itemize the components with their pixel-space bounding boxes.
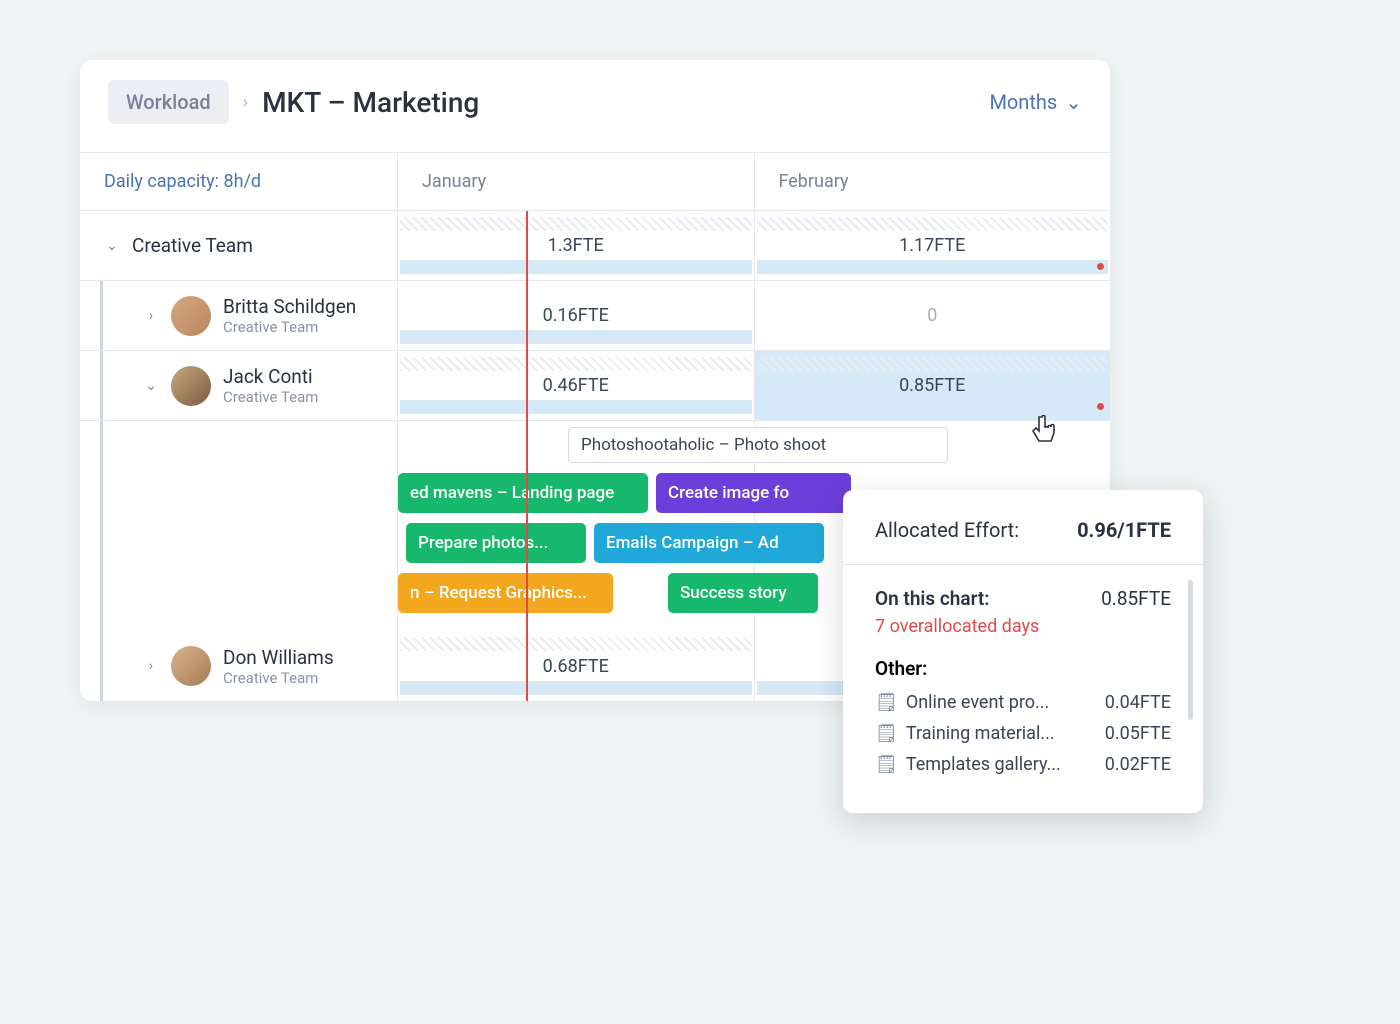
person-left[interactable]: › Britta Schildgen Creative Team <box>100 281 398 350</box>
task-prepare-photos[interactable]: Prepare photos... <box>406 523 586 563</box>
other-item[interactable]: 🗒 Online event pro... 0.04FTE <box>875 692 1171 713</box>
group-left[interactable]: ⌄ Creative Team <box>80 211 398 280</box>
task-create-image[interactable]: Create image fo <box>656 473 851 513</box>
avatar <box>171 366 211 406</box>
clipboard-icon: 🗒 <box>875 754 898 775</box>
overallocated-text: 7 overallocated days <box>875 616 1171 637</box>
task-emails-campaign[interactable]: Emails Campaign – Ad <box>594 523 824 563</box>
other-name: Online event pro... <box>906 692 1049 713</box>
cell-jan[interactable]: 0.46FTE <box>398 351 755 420</box>
avatar <box>171 646 211 686</box>
overallocation-dot-icon <box>1097 403 1104 410</box>
person-team: Creative Team <box>223 318 356 336</box>
capacity-label: Daily capacity: 8h/d <box>80 153 398 210</box>
chevron-down-icon[interactable]: ⌄ <box>104 238 120 254</box>
group-value-jan: 1.3FTE <box>548 235 604 256</box>
view-dropdown-label: Months <box>989 90 1057 114</box>
month-col-january: January <box>398 153 755 210</box>
person-name: Jack Conti <box>223 365 318 388</box>
task-success-story[interactable]: Success story <box>668 573 818 613</box>
breadcrumb: Workload › MKT – Marketing <box>108 80 479 124</box>
popover-title-value: 0.96/1FTE <box>1077 518 1171 542</box>
cell-feb: 0 <box>755 281 1111 350</box>
on-chart-label: On this chart: <box>875 587 989 610</box>
month-col-february: February <box>755 153 1111 210</box>
task-landing-page[interactable]: ed mavens – Landing page <box>398 473 648 513</box>
avatar <box>171 296 211 336</box>
clipboard-icon: 🗒 <box>875 723 898 744</box>
task-photoshoot[interactable]: Photoshootaholic – Photo shoot <box>568 427 948 463</box>
other-fte: 0.04FTE <box>1105 692 1171 713</box>
chevron-down-icon: ⌄ <box>1065 90 1082 114</box>
on-chart-value: 0.85FTE <box>1101 587 1171 610</box>
cell-value: 0.46FTE <box>543 375 609 396</box>
group-name: Creative Team <box>132 234 253 257</box>
overallocation-dot-icon <box>1097 263 1104 270</box>
person-team: Creative Team <box>223 669 334 687</box>
other-label: Other: <box>875 657 1171 680</box>
person-row-jack: ⌄ Jack Conti Creative Team 0.46FTE 0.85F… <box>80 351 1110 421</box>
chevron-right-icon[interactable]: › <box>143 308 159 324</box>
person-row-britta: › Britta Schildgen Creative Team 0.16FTE… <box>80 281 1110 351</box>
cell-value: 0 <box>927 305 937 326</box>
other-name: Training material... <box>906 723 1055 744</box>
chevron-right-icon: › <box>243 92 248 113</box>
header: Workload › MKT – Marketing Months ⌄ <box>80 60 1110 152</box>
person-name: Don Williams <box>223 646 334 669</box>
cell-jan: 0.68FTE <box>398 631 755 701</box>
other-item[interactable]: 🗒 Templates gallery... 0.02FTE <box>875 754 1171 775</box>
timeline-header: Daily capacity: 8h/d January February <box>80 152 1110 211</box>
other-fte: 0.02FTE <box>1105 754 1171 775</box>
allocation-popover: Allocated Effort: 0.96/1FTE On this char… <box>843 490 1203 813</box>
breadcrumb-root[interactable]: Workload <box>108 80 229 124</box>
cell-value: 0.85FTE <box>899 375 965 396</box>
scrollbar[interactable] <box>1188 580 1193 720</box>
view-dropdown[interactable]: Months ⌄ <box>989 90 1082 114</box>
today-marker <box>526 211 528 701</box>
popover-title: Allocated Effort: <box>875 518 1019 542</box>
tasks-gutter <box>100 421 398 631</box>
person-left[interactable]: ⌄ Jack Conti Creative Team <box>100 351 398 420</box>
task-request-graphics[interactable]: n – Request Graphics... <box>398 573 613 613</box>
cell-feb[interactable]: 0.85FTE <box>755 351 1111 420</box>
group-cell-feb: 1.17FTE <box>755 211 1111 280</box>
other-name: Templates gallery... <box>906 754 1061 775</box>
person-name: Britta Schildgen <box>223 295 356 318</box>
cell-value: 0.68FTE <box>543 656 609 677</box>
person-left[interactable]: › Don Williams Creative Team <box>100 631 398 701</box>
chevron-right-icon[interactable]: › <box>143 658 159 674</box>
person-team: Creative Team <box>223 388 318 406</box>
chevron-down-icon[interactable]: ⌄ <box>143 378 159 394</box>
group-value-feb: 1.17FTE <box>899 235 965 256</box>
group-cell-jan: 1.3FTE <box>398 211 755 280</box>
cell-jan: 0.16FTE <box>398 281 755 350</box>
other-item[interactable]: 🗒 Training material... 0.05FTE <box>875 723 1171 744</box>
cell-value: 0.16FTE <box>543 305 609 326</box>
other-fte: 0.05FTE <box>1105 723 1171 744</box>
clipboard-icon: 🗒 <box>875 692 898 713</box>
page-title: MKT – Marketing <box>262 86 479 119</box>
group-row: ⌄ Creative Team 1.3FTE 1.17FTE <box>80 211 1110 281</box>
